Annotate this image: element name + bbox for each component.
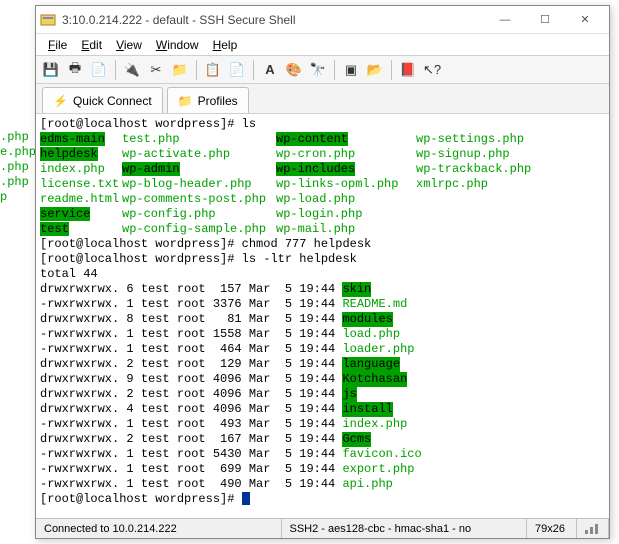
status-size: 79x26 — [527, 519, 577, 538]
ssh-window: 3:10.0.214.222 - default - SSH Secure Sh… — [35, 5, 610, 539]
book-icon: 📕 — [400, 62, 416, 78]
folder-icon: 📁 — [178, 94, 193, 108]
app-icon — [40, 12, 56, 28]
copy-button[interactable]: 📋 — [202, 59, 224, 81]
floppy-icon: 💾 — [43, 62, 59, 78]
font-icon: A — [265, 62, 274, 77]
tabbar: ⚡ Quick Connect 📁 Profiles — [36, 84, 609, 114]
save-button[interactable]: 💾 — [40, 59, 62, 81]
status-cipher: SSH2 - aes128-cbc - hmac-sha1 - no — [282, 519, 528, 538]
maximize-button[interactable]: ☐ — [525, 8, 565, 32]
tab-profiles[interactable]: 📁 Profiles — [167, 87, 249, 113]
font-button[interactable]: A — [259, 59, 281, 81]
find-button[interactable]: 🔭 — [307, 59, 329, 81]
status-indicator — [577, 519, 609, 538]
folder-icon: 📁 — [172, 62, 188, 78]
sftp-icon: 📂 — [367, 62, 383, 78]
disconnect-button[interactable]: ✂ — [145, 59, 167, 81]
printer-icon: 🖶 — [69, 59, 81, 81]
tab-label: Quick Connect — [73, 94, 152, 108]
separator — [115, 60, 116, 80]
paste-button[interactable]: 📄 — [226, 59, 248, 81]
separator — [253, 60, 254, 80]
signal-icon — [585, 524, 600, 534]
palette-icon: 🎨 — [286, 62, 302, 78]
menu-file[interactable]: File — [42, 36, 73, 54]
new-sftp-button[interactable]: 📂 — [364, 59, 386, 81]
toolbar: 💾 🖶 📄 🔌 ✂ 📁 📋 📄 A 🎨 🔭 ▣ 📂 📕 ↖? — [36, 56, 609, 84]
menubar: File Edit View Window Help — [36, 34, 609, 56]
separator — [391, 60, 392, 80]
cursor — [242, 492, 250, 505]
print-preview-button[interactable]: 📄 — [88, 59, 110, 81]
close-button[interactable]: ✕ — [565, 8, 605, 32]
menu-edit[interactable]: Edit — [75, 36, 108, 54]
lightning-icon: ⚡ — [53, 94, 68, 108]
menu-view[interactable]: View — [110, 36, 148, 54]
whats-this-button[interactable]: ↖? — [421, 59, 443, 81]
menu-help[interactable]: Help — [207, 36, 244, 54]
menu-window[interactable]: Window — [150, 36, 205, 54]
status-connection: Connected to 10.0.214.222 — [36, 519, 282, 538]
connect-button[interactable]: 🔌 — [121, 59, 143, 81]
help-pointer-icon: ↖? — [423, 62, 441, 78]
help-button[interactable]: 📕 — [397, 59, 419, 81]
terminal-output[interactable]: [root@localhost wordpress]# lsedms-maint… — [36, 114, 609, 518]
disconnect-icon: ✂ — [151, 62, 162, 78]
new-terminal-button[interactable]: ▣ — [340, 59, 362, 81]
separator — [334, 60, 335, 80]
paste-icon: 📄 — [229, 62, 245, 78]
profiles-button[interactable]: 📁 — [169, 59, 191, 81]
titlebar[interactable]: 3:10.0.214.222 - default - SSH Secure Sh… — [36, 6, 609, 34]
background-terminal-text: .phpe.php.php.phpp — [0, 130, 40, 205]
statusbar: Connected to 10.0.214.222 SSH2 - aes128-… — [36, 518, 609, 538]
minimize-button[interactable]: — — [485, 8, 525, 32]
binoculars-icon: 🔭 — [310, 62, 326, 78]
plug-icon: 🔌 — [124, 62, 140, 78]
copy-icon: 📋 — [205, 62, 221, 78]
page-icon: 📄 — [91, 62, 107, 78]
separator — [196, 60, 197, 80]
tab-quick-connect[interactable]: ⚡ Quick Connect — [42, 87, 163, 113]
tab-label: Profiles — [198, 94, 238, 108]
window-title: 3:10.0.214.222 - default - SSH Secure Sh… — [62, 13, 485, 27]
colors-button[interactable]: 🎨 — [283, 59, 305, 81]
print-button[interactable]: 🖶 — [64, 59, 86, 81]
terminal-icon: ▣ — [345, 62, 357, 78]
